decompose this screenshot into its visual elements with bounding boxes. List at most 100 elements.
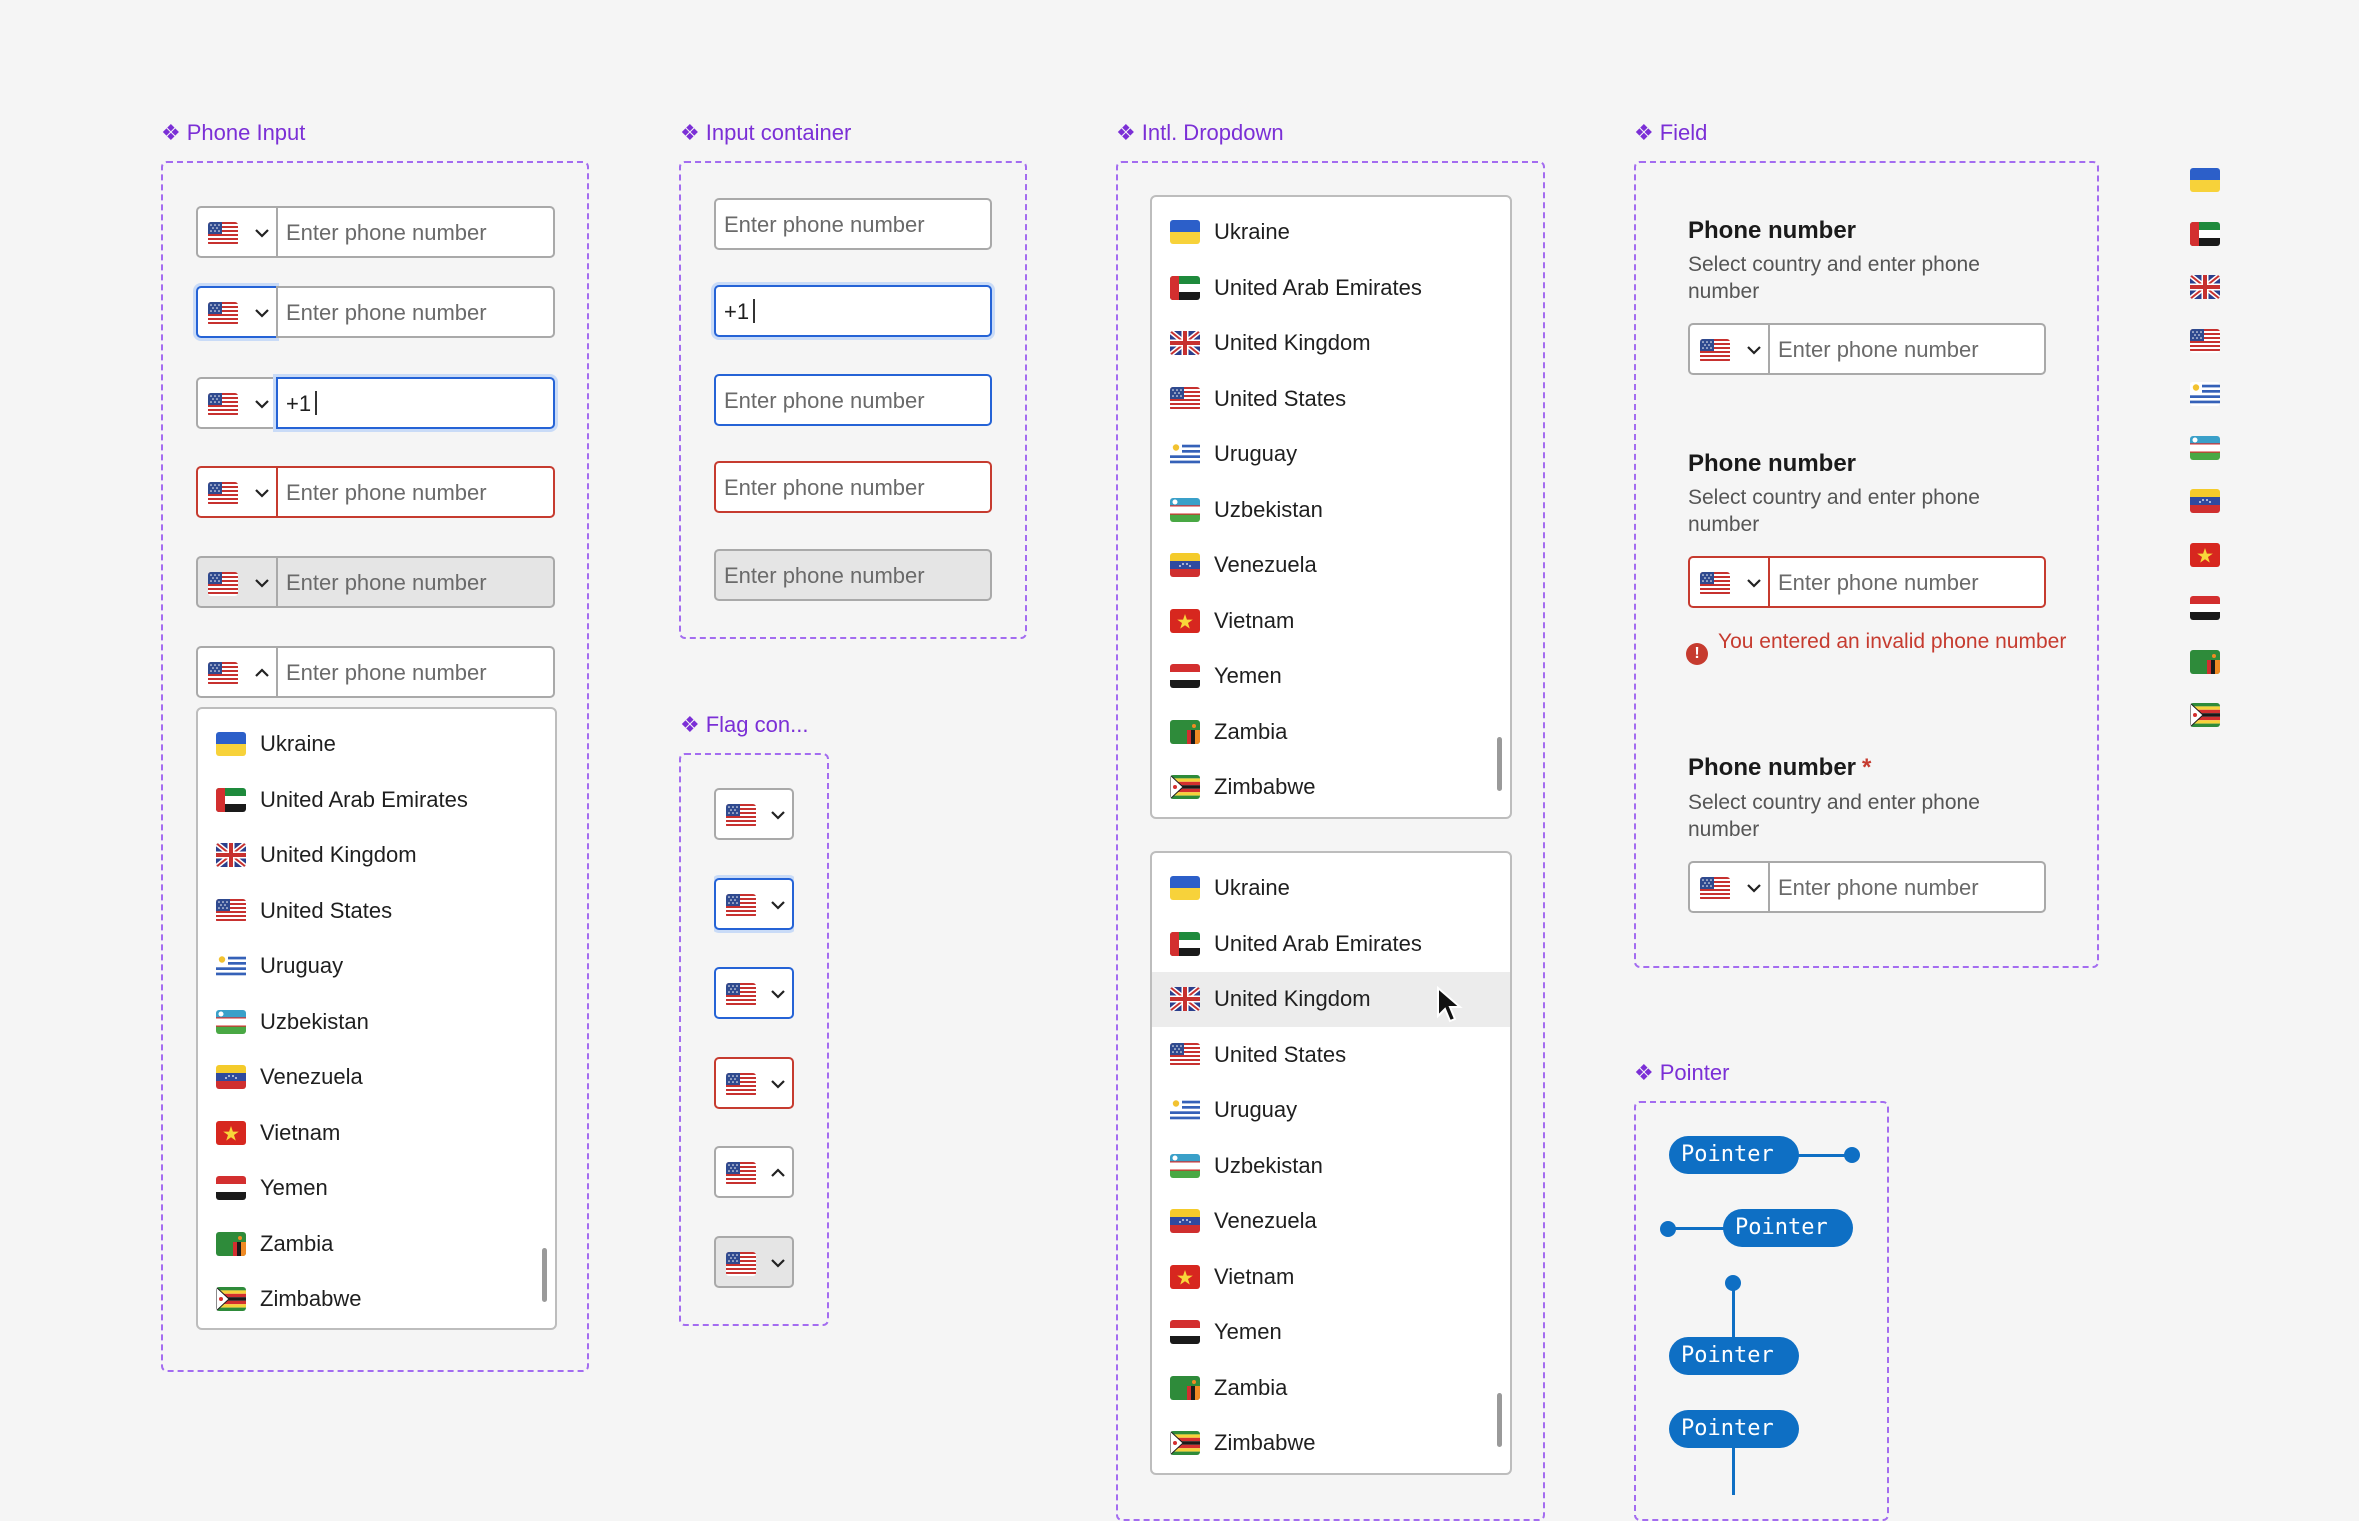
flag-icon (208, 222, 238, 246)
input-container-default[interactable]: Enter phone number (714, 198, 992, 250)
flag-icon (726, 804, 756, 828)
intl-dropdown-hover[interactable]: Ukraine United Arab Emirates United Kingdo… (1150, 851, 1512, 1475)
country-option[interactable]: United States (1152, 372, 1510, 427)
country-option[interactable]: United Arab Emirates (198, 773, 555, 828)
input-container-error[interactable]: Enter phone number (714, 461, 992, 513)
country-select-button[interactable] (1688, 323, 1768, 375)
phone-number-input[interactable]: Enter phone number (1768, 323, 2046, 375)
flag-container-focused[interactable] (714, 878, 794, 930)
required-mark: * (1862, 754, 1872, 781)
flag-icon (216, 898, 246, 923)
flag-icon (1170, 1153, 1200, 1178)
flag-icon (1170, 1209, 1200, 1233)
country-option[interactable]: Ukraine (198, 717, 555, 772)
input-container-disabled: Enter phone number (714, 549, 992, 601)
chevron-down-icon (1747, 884, 1761, 893)
country-dropdown[interactable]: Ukraine United Arab Emirates United Kingdo… (196, 707, 557, 1330)
country-option[interactable]: Venezuela (1152, 538, 1510, 593)
country-option[interactable]: Uzbekistan (1152, 483, 1510, 538)
country-option[interactable]: United States (1152, 1028, 1510, 1083)
country-option[interactable]: Zimbabwe (198, 1272, 555, 1327)
text-caret (753, 299, 756, 323)
flag-icon (1170, 664, 1200, 688)
country-option[interactable]: Zambia (1152, 1361, 1510, 1416)
phone-number-input[interactable]: Enter phone number (1768, 556, 2046, 608)
flag-icon (2190, 489, 2220, 513)
country-option[interactable]: Zambia (1152, 705, 1510, 760)
country-option[interactable]: Venezuela (198, 1050, 555, 1105)
flag-container-open[interactable] (714, 1146, 794, 1198)
input-container-active[interactable]: Enter phone number (714, 374, 992, 426)
flag-icon (1170, 719, 1200, 744)
country-option[interactable]: Uruguay (1152, 1083, 1510, 1138)
country-option[interactable]: United Kingdom (1152, 316, 1510, 371)
country-option[interactable]: Uzbekistan (198, 995, 555, 1050)
chevron-down-icon (771, 1259, 785, 1268)
input-container-focused[interactable]: +1 (714, 285, 992, 337)
phone-number-input[interactable]: Enter phone number (276, 646, 555, 698)
field-help-text: Select country and enter phone number (1688, 791, 1980, 841)
flag-icon (1170, 220, 1200, 244)
country-option-label: Yemen (1214, 1319, 1282, 1344)
country-option-label: Uzbekistan (260, 1008, 369, 1034)
flag-icon (1170, 331, 1200, 355)
country-option[interactable]: Zimbabwe (1152, 760, 1510, 815)
country-option[interactable]: Ukraine (1152, 205, 1510, 260)
country-select-button[interactable] (196, 646, 276, 698)
country-option[interactable]: Zambia (198, 1217, 555, 1272)
country-select-button[interactable] (1688, 556, 1768, 608)
country-option[interactable]: United States (198, 884, 555, 939)
phone-number-input[interactable]: Enter phone number (276, 206, 555, 258)
country-option[interactable]: Uruguay (198, 939, 555, 994)
flag-container-active[interactable] (714, 967, 794, 1019)
country-select-button[interactable] (196, 206, 276, 258)
phone-number-input[interactable]: Enter phone number (276, 286, 555, 338)
flag-container-error[interactable] (714, 1057, 794, 1109)
phone-number-input[interactable]: Enter phone number (1768, 861, 2046, 913)
country-option[interactable]: Yemen (198, 1161, 555, 1216)
flag-container-default[interactable] (714, 788, 794, 840)
country-option[interactable]: Venezuela (1152, 1194, 1510, 1249)
text-caret (315, 391, 318, 415)
flag-icon (2190, 542, 2220, 567)
flag-container-clip (714, 780, 794, 1300)
country-option[interactable]: Vietnam (198, 1106, 555, 1161)
scrollbar-thumb[interactable] (1497, 1393, 1502, 1447)
intl-dropdown-default[interactable]: Ukraine United Arab Emirates United Kingdo… (1150, 195, 1512, 819)
phone-input-open: Enter phone number (196, 646, 555, 698)
flag-icon (1170, 1264, 1200, 1289)
scrollbar-thumb[interactable] (1497, 737, 1502, 791)
field-label: Phone number (1688, 754, 1857, 781)
country-option[interactable]: Uzbekistan (1152, 1139, 1510, 1194)
phone-number-input[interactable]: Enter phone number (276, 466, 555, 518)
country-select-button[interactable] (1688, 861, 1768, 913)
country-option[interactable]: United Arab Emirates (1152, 917, 1510, 972)
flag-container-title: ❖ Flag con... (680, 712, 808, 738)
typed-value: +1 (286, 391, 312, 416)
country-select-button[interactable] (196, 466, 276, 518)
country-option[interactable]: Uruguay (1152, 427, 1510, 482)
flag-icon (1170, 386, 1200, 411)
flag-icon (216, 1287, 246, 1311)
chevron-down-icon (771, 901, 785, 910)
country-option[interactable]: United Kingdom (198, 828, 555, 883)
field-label-required: Phone number * (1688, 754, 1871, 782)
country-option[interactable]: Vietnam (1152, 1250, 1510, 1305)
input-container-title: ❖ Input container (680, 120, 851, 146)
country-option-label: Zambia (1214, 718, 1288, 744)
country-option[interactable]: Vietnam (1152, 594, 1510, 649)
country-option[interactable]: United Arab Emirates (1152, 261, 1510, 316)
flag-icon (726, 1252, 756, 1276)
component-icon: ❖ (1116, 120, 1136, 145)
country-option[interactable]: Ukraine (1152, 861, 1510, 916)
country-select-button[interactable] (196, 377, 276, 429)
field-phone-input-error: Enter phone number (1688, 556, 2046, 608)
country-select-button[interactable] (196, 286, 276, 338)
chevron-up-icon (255, 668, 269, 677)
section-label: Pointer (1659, 1060, 1730, 1085)
country-option[interactable]: Yemen (1152, 1305, 1510, 1360)
scrollbar-thumb[interactable] (542, 1248, 547, 1302)
phone-number-input[interactable]: +1 (276, 377, 555, 429)
country-option[interactable]: Zimbabwe (1152, 1416, 1510, 1471)
country-option[interactable]: Yemen (1152, 649, 1510, 704)
